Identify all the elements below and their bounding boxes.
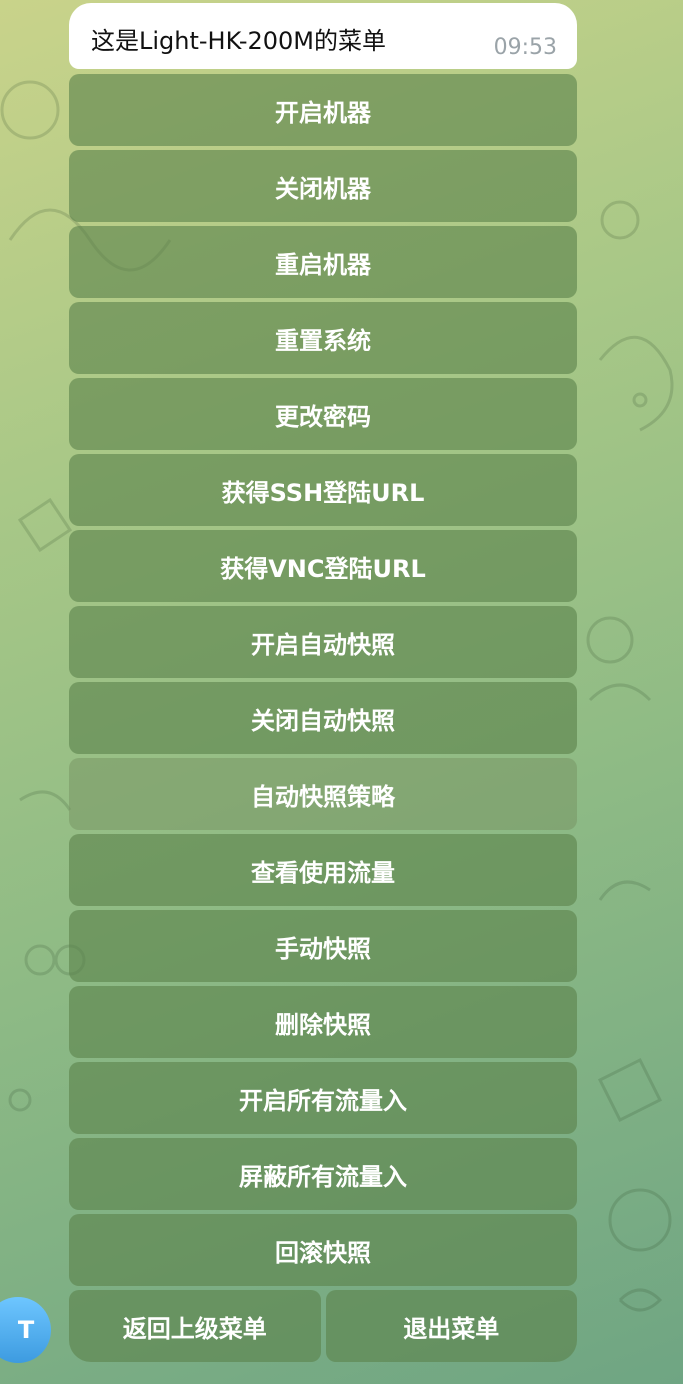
restart-machine-button[interactable]: 重启机器 — [69, 226, 577, 298]
allow-all-inbound-button[interactable]: 开启所有流量入 — [69, 1062, 577, 1134]
avatar-initial: T — [17, 1316, 35, 1344]
exit-menu-button[interactable]: 退出菜单 — [325, 1290, 577, 1362]
block-all-inbound-button[interactable]: 屏蔽所有流量入 — [69, 1138, 577, 1210]
rollback-snapshot-button[interactable]: 回滚快照 — [69, 1214, 577, 1286]
inline-keyboard: 开启机器 关闭机器 重启机器 重置系统 更改密码 获得SSH登陆URL 获得VN… — [69, 74, 577, 1366]
reset-system-button[interactable]: 重置系统 — [69, 302, 577, 374]
enable-auto-snapshot-button[interactable]: 开启自动快照 — [69, 606, 577, 678]
get-vnc-url-button[interactable]: 获得VNC登陆URL — [69, 530, 577, 602]
get-ssh-url-button[interactable]: 获得SSH登陆URL — [69, 454, 577, 526]
view-traffic-button[interactable]: 查看使用流量 — [69, 834, 577, 906]
auto-snapshot-policy-button[interactable]: 自动快照策略 — [69, 758, 577, 830]
delete-snapshot-button[interactable]: 删除快照 — [69, 986, 577, 1058]
message-time: 09:53 — [493, 35, 557, 60]
manual-snapshot-button[interactable]: 手动快照 — [69, 910, 577, 982]
message-bubble: 这是Light-HK-200M的菜单 09:53 — [69, 3, 577, 69]
back-to-parent-menu-button[interactable]: 返回上级菜单 — [69, 1290, 321, 1362]
disable-auto-snapshot-button[interactable]: 关闭自动快照 — [69, 682, 577, 754]
change-password-button[interactable]: 更改密码 — [69, 378, 577, 450]
message-text: 这是Light-HK-200M的菜单 — [91, 27, 386, 55]
start-machine-button[interactable]: 开启机器 — [69, 74, 577, 146]
stop-machine-button[interactable]: 关闭机器 — [69, 150, 577, 222]
